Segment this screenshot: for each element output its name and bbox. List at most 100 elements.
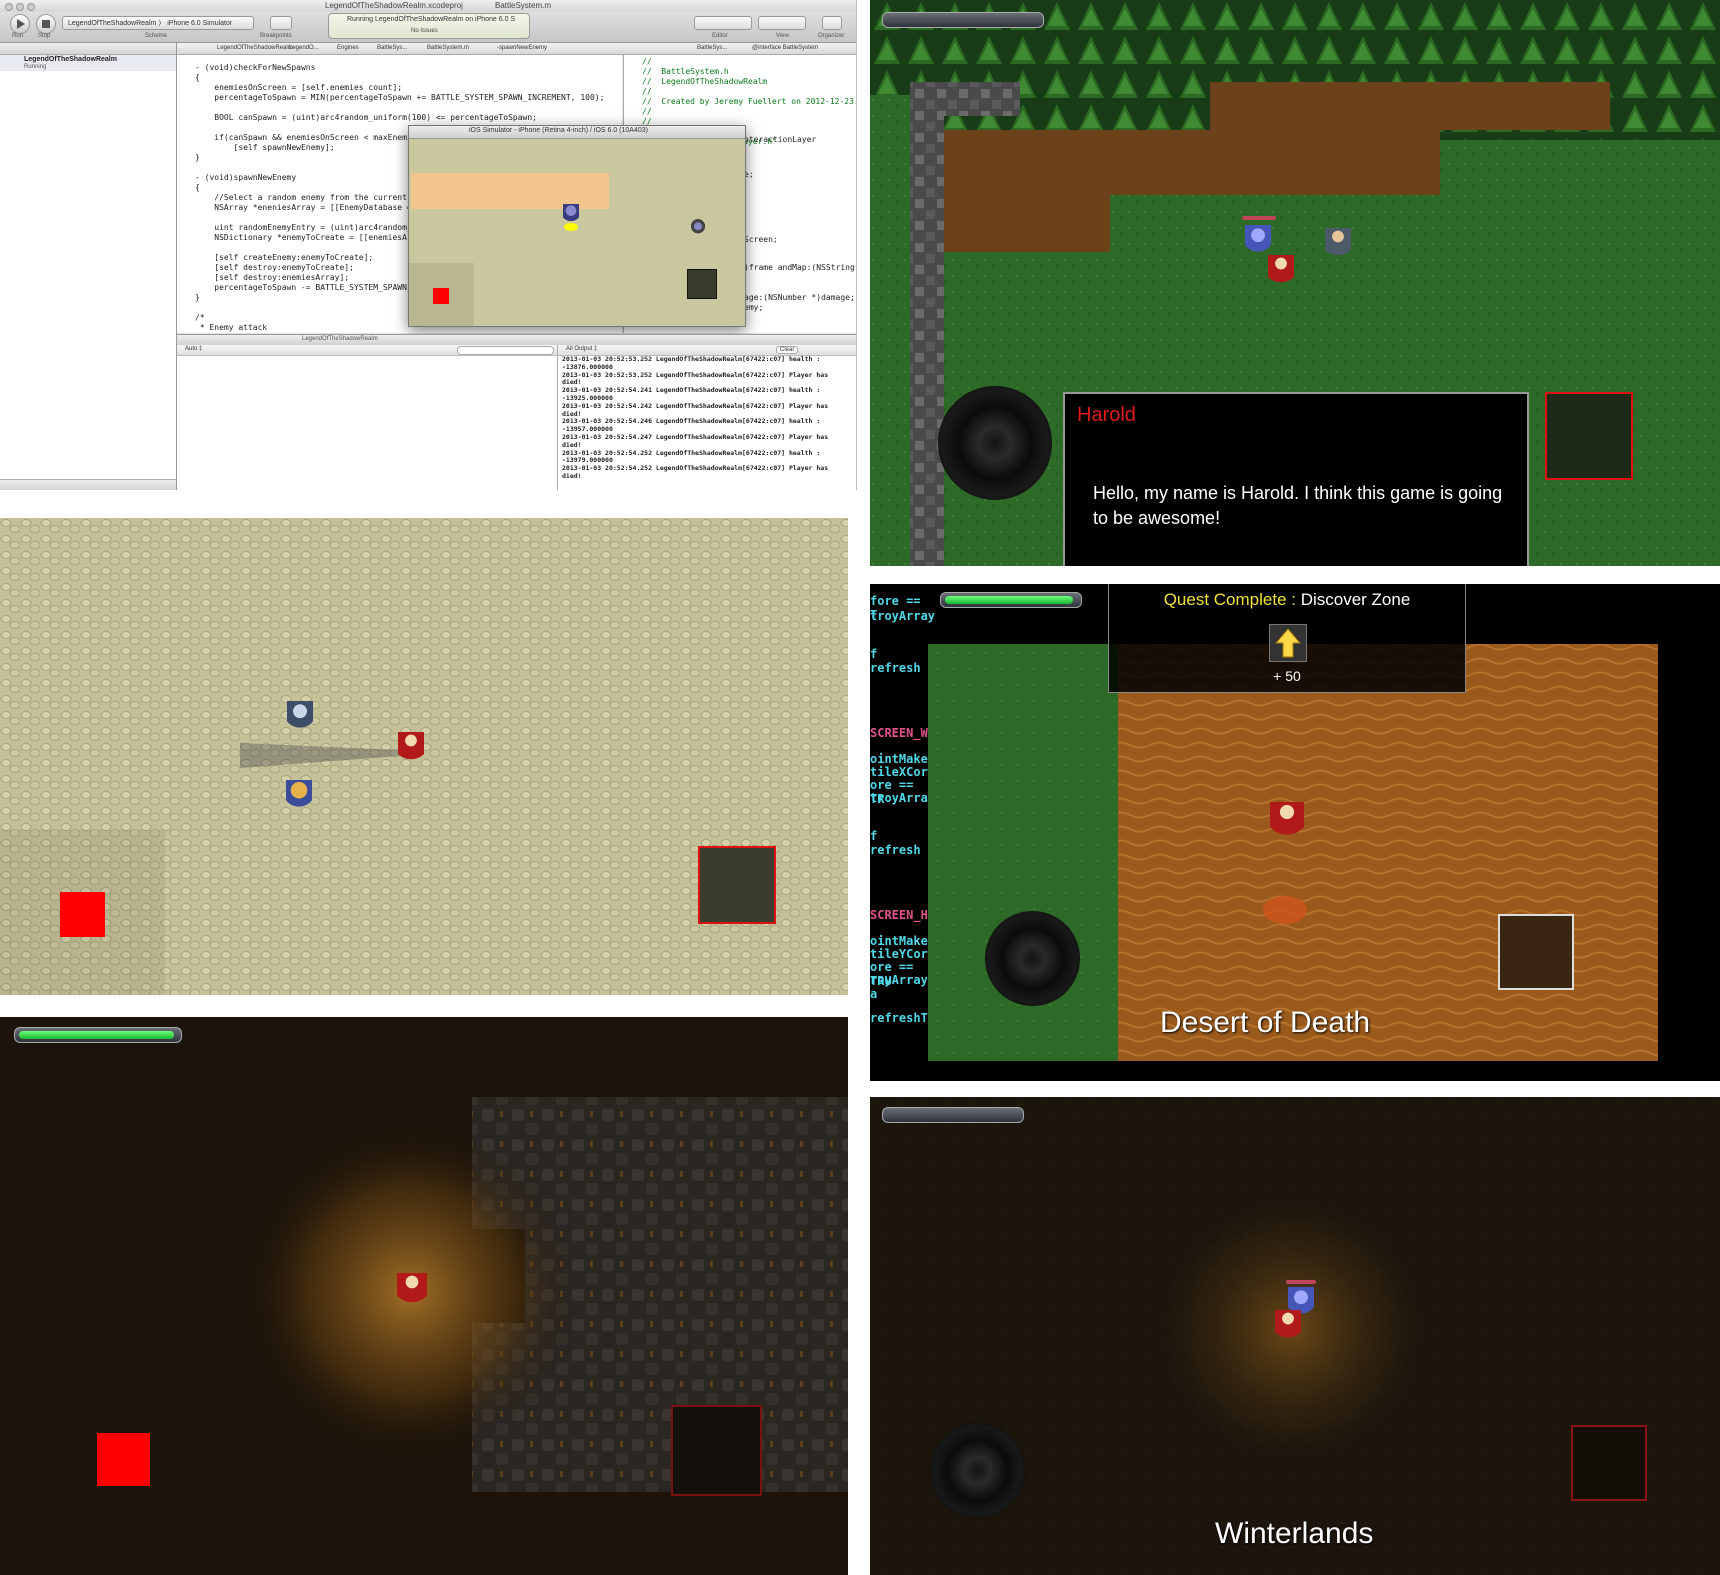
code-line: 2013-01-03 20:52:54.252 LegendOfTheShado…	[562, 464, 829, 473]
ios-simulator-window[interactable]: iOS Simulator - iPhone (Retina 4-inch) /…	[408, 125, 746, 327]
dialog-speaker: Harold	[1077, 404, 1136, 426]
activity-status: Running LegendOfTheShadowRealm on iPhone…	[347, 16, 516, 23]
code-line: 2013-01-03 20:52:54.242 LegendOfTheShado…	[562, 401, 829, 410]
view-segmented[interactable]	[758, 16, 806, 30]
npc-harold-sprite	[1325, 228, 1351, 262]
code-line: //	[642, 107, 652, 116]
navigator-tabs[interactable]	[0, 43, 176, 55]
dialog-box[interactable]: Harold Hello, my name is Harold. I think…	[1063, 392, 1529, 566]
code-fragment: )frame andMap:(NSString *)	[744, 263, 857, 272]
attack-button[interactable]	[698, 846, 776, 924]
scheme-label: Scheme	[145, 33, 168, 39]
quest-separator: :	[1286, 590, 1301, 609]
console-view[interactable]: All Output ‡ Clear 2013-01-03 20:52:53.2…	[558, 345, 856, 490]
game-stone-scene[interactable]	[0, 518, 848, 995]
scheme-selector[interactable]: LegendOfTheShadowRealm 〉 iPhone 6.0 Simu…	[62, 16, 254, 30]
jump-item[interactable]: LegendOfTheShadowRealm	[217, 45, 293, 51]
window-tab-2[interactable]: BattleSystem.m	[495, 1, 551, 10]
jump-item-right[interactable]: @interface BattleSystem	[752, 45, 818, 51]
stop-label: Stop	[38, 33, 51, 39]
window-title: LegendOfTheShadowRealm.xcodeproj	[325, 1, 463, 10]
jump-item[interactable]: LegendO...	[289, 45, 319, 51]
xcode-statusbar[interactable]	[0, 480, 176, 490]
action-button[interactable]	[97, 1433, 150, 1486]
editor-segmented[interactable]	[694, 16, 752, 30]
jump-item-right[interactable]: BattleSys...	[697, 45, 727, 51]
game-forest-scene[interactable]: Harold Hello, my name is Harold. I think…	[870, 0, 1720, 566]
simulator-titlebar: iOS Simulator - iPhone (Retina 4-inch) /…	[409, 126, 745, 139]
play-icon	[17, 19, 25, 29]
sim-attack-button[interactable]	[687, 269, 717, 299]
player-sprite	[397, 1273, 427, 1309]
navigator-item-status: Running	[24, 64, 47, 70]
code-line: {	[195, 73, 200, 82]
variables-search[interactable]	[457, 346, 554, 355]
jump-item[interactable]: -spawnNewEnemy	[497, 45, 547, 51]
action-button[interactable]	[1498, 914, 1574, 990]
quest-reward: + 50	[1273, 668, 1301, 684]
scheme-value: LegendOfTheShadowRealm 〉 iPhone 6.0 Simu…	[68, 20, 233, 27]
stop-icon	[42, 20, 50, 28]
player-sprite	[1275, 1310, 1301, 1344]
action-button[interactable]	[60, 892, 105, 937]
jump-item[interactable]: BattleSystem.m	[427, 45, 469, 51]
action-button[interactable]	[1545, 392, 1633, 480]
run-button[interactable]	[10, 14, 30, 34]
health-bar-fill	[945, 596, 1073, 604]
sim-target-glow	[564, 223, 578, 231]
enemy-health-bar	[1286, 1280, 1316, 1284]
joystick[interactable]	[938, 386, 1052, 500]
xcode-titlebar: LegendOfTheShadowRealm.xcodeproj BattleS…	[0, 0, 856, 12]
health-bar	[940, 592, 1082, 608]
game-desert-scene[interactable]: fore == T troyArray f refresh SCREEN_WI …	[870, 584, 1720, 1081]
minimize-dot[interactable]	[16, 3, 24, 11]
output-selector[interactable]: All Output ‡	[566, 346, 597, 352]
sim-action-button[interactable]	[433, 288, 449, 304]
jump-item[interactable]: Engines	[337, 45, 359, 51]
attack-button[interactable]	[671, 1405, 762, 1496]
console-output: 2013-01-03 20:52:53.252 LegendOfTheShado…	[562, 355, 829, 481]
stop-button[interactable]	[36, 14, 56, 34]
enemy-knight-sprite	[1245, 225, 1271, 259]
action-button[interactable]	[1571, 1425, 1647, 1501]
run-label: Run	[12, 33, 24, 39]
navigator-item[interactable]: LegendOfTheShadowRealm Running	[0, 55, 176, 71]
quest-name: Discover Zone	[1300, 590, 1411, 609]
close-dot[interactable]	[5, 3, 13, 11]
activity-view: Running LegendOfTheShadowRealm on iPhone…	[328, 13, 530, 39]
code-fragment: age:(NSNumber *)damage;	[744, 293, 855, 302]
jump-bar[interactable]: LegendOfTheShadowRealm LegendO... Engine…	[177, 43, 856, 55]
zone-name: Winterlands	[1215, 1517, 1374, 1550]
monk-sprite	[286, 780, 312, 814]
organizer-label: Organizer	[818, 33, 845, 39]
joystick[interactable]	[930, 1423, 1025, 1518]
joystick[interactable]	[985, 911, 1080, 1006]
variables-header[interactable]: Auto ‡	[177, 345, 557, 356]
breakpoints-label: Breakpoints	[260, 33, 292, 39]
dialog-text: Hello, my name is Harold. I think this g…	[1093, 483, 1503, 528]
health-bar	[14, 1027, 182, 1043]
code-line: //	[642, 57, 652, 66]
player-sprite	[398, 732, 424, 766]
code-line: percentageToSpawn = MIN(percentageToSpaw…	[195, 93, 605, 102]
sim-enemy-sprite	[691, 219, 705, 237]
organizer-button[interactable]	[822, 16, 842, 30]
health-bar-fill	[19, 1031, 174, 1039]
health-bar	[882, 12, 1044, 28]
clear-button[interactable]: Clear	[776, 346, 799, 354]
editor-label: Editor	[712, 33, 728, 39]
code-line: // BattleSystem.h	[642, 67, 729, 76]
quest-label: Quest Complete	[1163, 590, 1287, 609]
game-winterlands-scene[interactable]: Winterlands	[870, 1097, 1720, 1575]
code-line: - (void)checkForNewSpawns	[195, 63, 316, 72]
xcode-toolbar: Run Stop LegendOfTheShadowRealm 〉 iPhone…	[0, 12, 856, 43]
zoom-dot[interactable]	[27, 3, 35, 11]
auto-selector[interactable]: Auto ‡	[185, 346, 202, 352]
quest-popup: Quest Complete : Discover Zone + 50	[1108, 584, 1466, 693]
breakpoints-button[interactable]	[270, 16, 292, 30]
jump-item[interactable]: BattleSys...	[377, 45, 407, 51]
game-dungeon-scene[interactable]	[0, 1017, 848, 1575]
code-fragment: emy;	[744, 303, 764, 312]
player-sprite	[1270, 802, 1304, 842]
simulator-title: iOS Simulator - iPhone (Retina 4-inch) /…	[469, 127, 648, 134]
